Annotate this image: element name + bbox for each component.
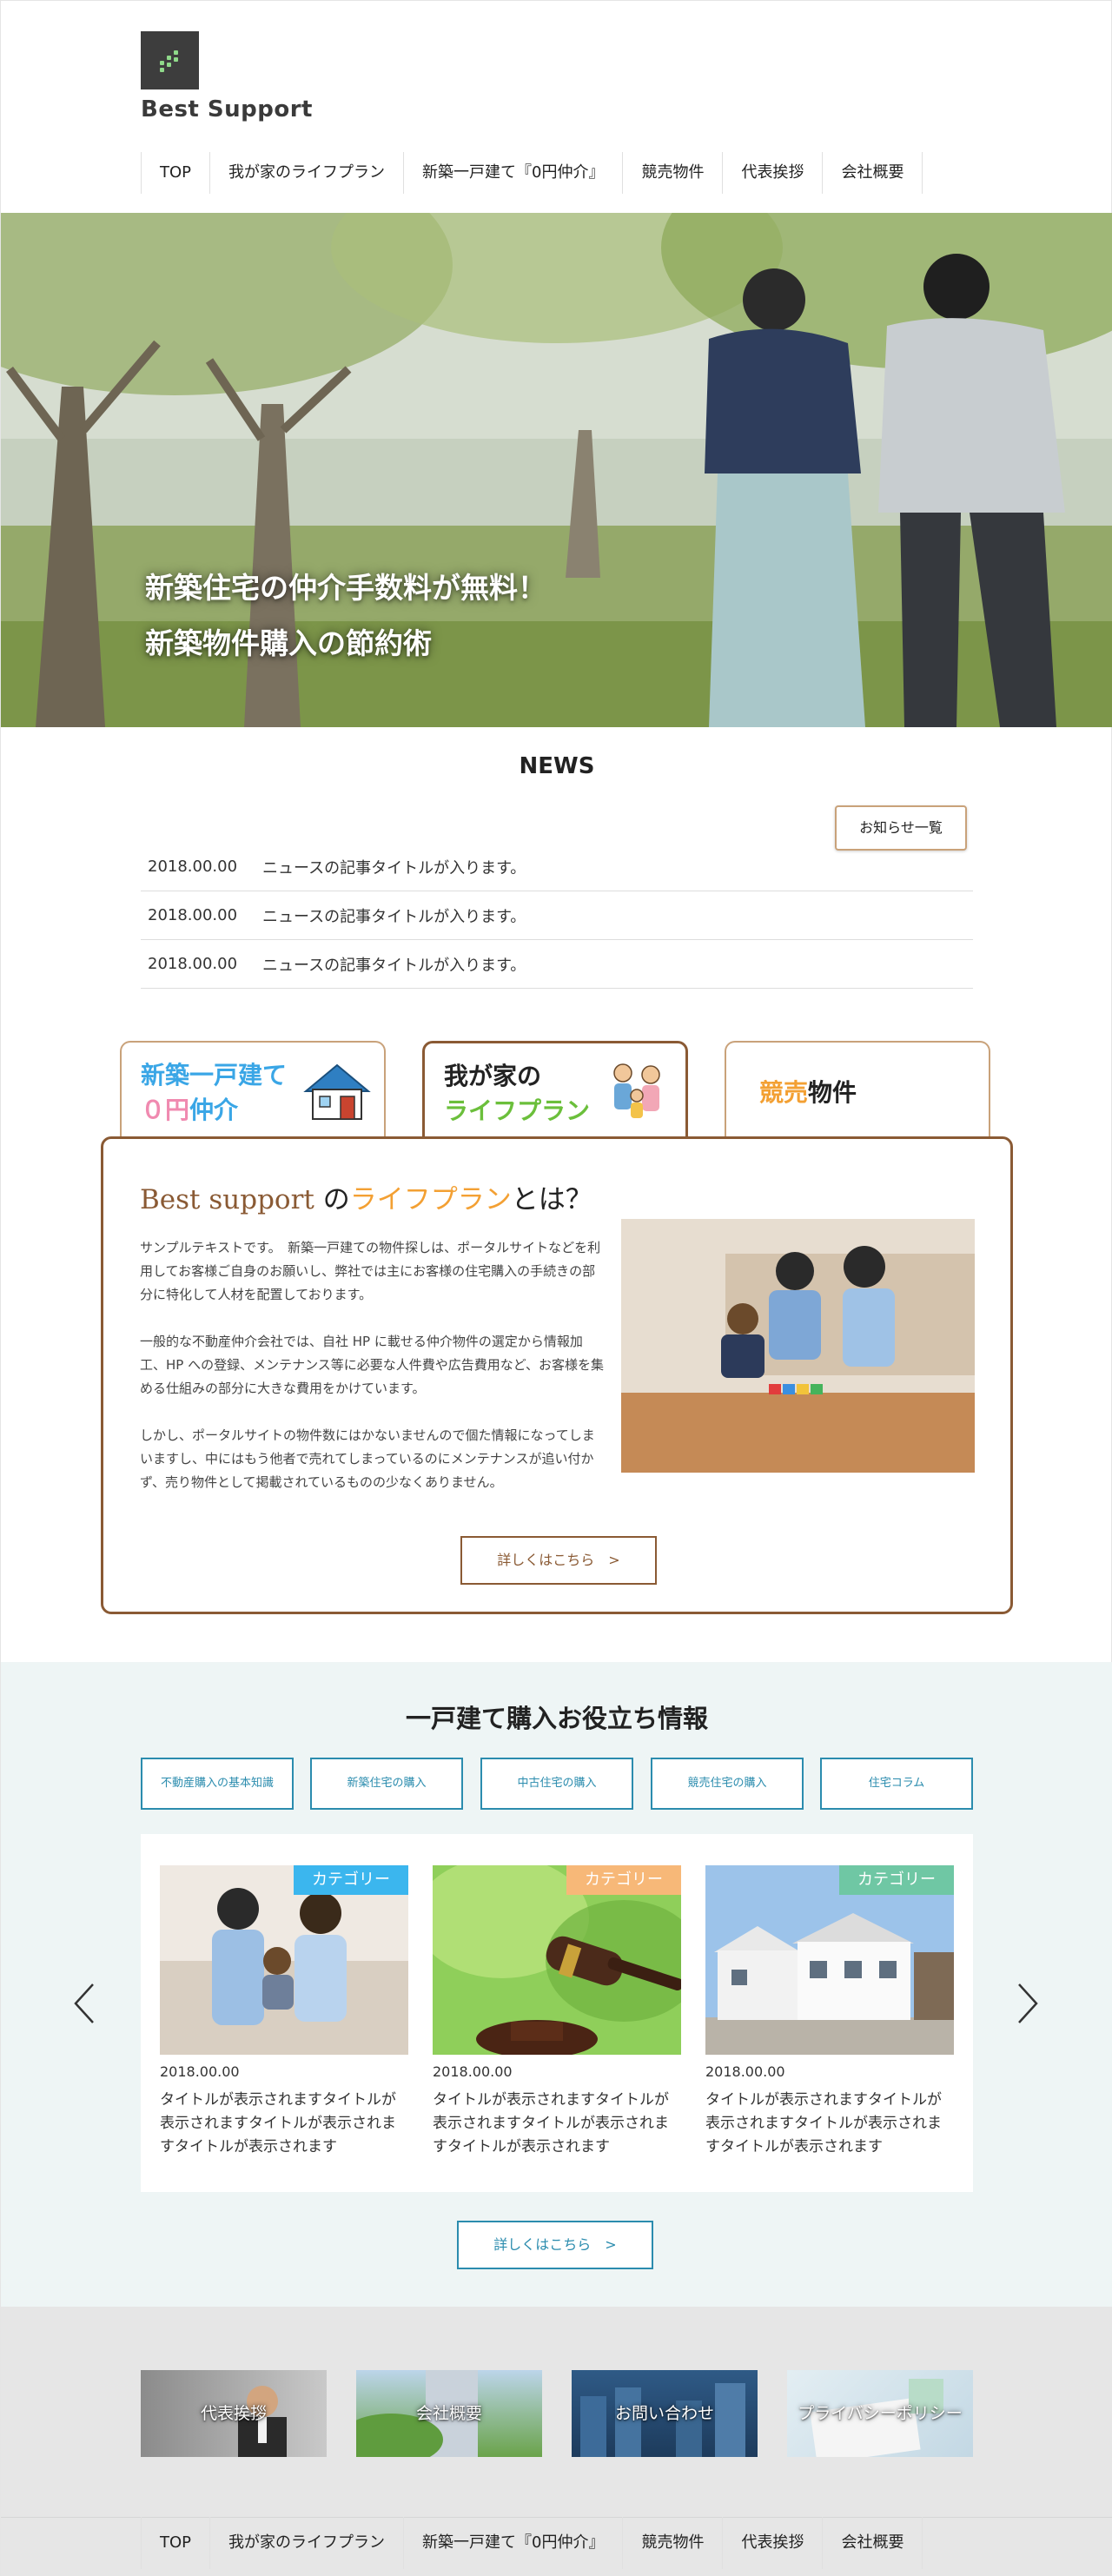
category-column-button[interactable]: 住宅コラム xyxy=(820,1758,973,1810)
hero-banner: 新築住宅の仲介手数料が無料！ 新築物件購入の節約術 xyxy=(1,213,1112,727)
news-date: 2018.00.00 xyxy=(148,858,238,876)
article-date: 2018.00.00 xyxy=(705,2063,785,2080)
category-new-home-button[interactable]: 新築住宅の購入 xyxy=(310,1758,463,1810)
tab-lifeplan[interactable]: 我が家の ライフプラン xyxy=(422,1041,688,1142)
article-badge: カテゴリー xyxy=(839,1865,954,1895)
news-title: ニュースの記事タイトルが入ります。 xyxy=(262,956,526,975)
carousel-prev-icon[interactable] xyxy=(67,1977,102,2030)
nav-greeting[interactable]: 代表挨拶 xyxy=(723,152,824,194)
article-badge: カテゴリー xyxy=(566,1865,681,1895)
info-heading: 一戸建て購入お役立ち情報 xyxy=(405,1704,708,1733)
footer-banner-greeting[interactable]: 代表挨拶 xyxy=(141,2370,327,2457)
news-title: ニュースの記事タイトルが入ります。 xyxy=(262,907,526,926)
panel-paragraph: しかし、ポータルサイトの物件数にはかないませんので個た情報になってしまいますし、… xyxy=(140,1427,595,1490)
article-title: タイトルが表示されますタイトルが表示されますタイトルが表示されますタイトルが表示… xyxy=(160,2091,396,2155)
news-date: 2018.00.00 xyxy=(148,906,238,924)
nav-top[interactable]: TOP xyxy=(141,152,211,194)
panel-title-what: とは？ xyxy=(511,1184,592,1215)
footer-banner-label: お問い合わせ xyxy=(614,2404,714,2423)
article-carousel: カテゴリー 2018.00.00 タイトルが表示されますタイトルが表示されますタ… xyxy=(141,1834,973,2192)
lifeplan-panel: Best support のライフプランとは？ サンプルテキストです。 新築一戸… xyxy=(101,1136,1013,1614)
tab-3-part-1: 競売 xyxy=(759,1078,809,1107)
nav-company[interactable]: 会社概要 xyxy=(823,152,923,194)
news-item[interactable]: 2018.00.00 ニュースの記事タイトルが入ります。 xyxy=(141,891,973,940)
footer-nav-greeting[interactable]: 代表挨拶 xyxy=(723,2517,824,2569)
panel-title-no: の xyxy=(314,1184,350,1215)
panel-title-brand: Best support xyxy=(140,1184,314,1215)
footer-banner-label: 会社概要 xyxy=(415,2404,482,2423)
logo-icon[interactable] xyxy=(141,31,199,89)
panel-more-button[interactable]: 詳しくはこちら > xyxy=(460,1536,657,1585)
news-item[interactable]: 2018.00.00 ニュースの記事タイトルが入ります。 xyxy=(141,940,973,989)
category-auction-home-button[interactable]: 競売住宅の購入 xyxy=(651,1758,804,1810)
news-title: ニュースの記事タイトルが入ります。 xyxy=(262,858,526,877)
tab-zero-brokerage[interactable]: 新築一戸建て ０円仲介 xyxy=(120,1041,386,1138)
tab-1-zero: ０円 xyxy=(141,1096,190,1124)
footer-banner-label: プライバシーポリシー xyxy=(798,2404,963,2423)
footer-nav-company[interactable]: 会社概要 xyxy=(823,2517,923,2569)
news-date: 2018.00.00 xyxy=(148,955,238,973)
tab-2-line-2: ライフプラン xyxy=(444,1096,591,1125)
tab-1-brokerage: 仲介 xyxy=(189,1096,239,1124)
article-card[interactable]: カテゴリー 2018.00.00 タイトルが表示されますタイトルが表示されますタ… xyxy=(433,1865,681,2159)
panel-title-lifeplan: ライフプラン xyxy=(349,1184,512,1215)
article-image: カテゴリー xyxy=(705,1865,954,2055)
family-photo xyxy=(621,1219,975,1473)
footer-nav-top[interactable]: TOP xyxy=(141,2517,211,2569)
tab-1-line-1: 新築一戸建て xyxy=(141,1061,288,1089)
nav-zero-brokerage[interactable]: 新築一戸建て『0円仲介』 xyxy=(404,152,624,194)
info-more-button[interactable]: 詳しくはこちら > xyxy=(457,2221,653,2269)
family-icon xyxy=(613,1063,660,1118)
article-card[interactable]: カテゴリー 2018.00.00 タイトルが表示されますタイトルが表示されますタ… xyxy=(160,1865,408,2159)
panel-paragraph: サンプルテキストです。 新築一戸建ての物件探しは、ポータルサイトなどを利用してお… xyxy=(140,1240,601,1302)
footer-banner-privacy[interactable]: プライバシーポリシー xyxy=(787,2370,973,2457)
article-card[interactable]: カテゴリー 2018.00.00 タイトルが表示されますタイトルが表示されますタ… xyxy=(705,1865,954,2159)
tab-2-line-1: 我が家の xyxy=(444,1062,542,1090)
article-title: タイトルが表示されますタイトルが表示されますタイトルが表示されますタイトルが表示… xyxy=(433,2091,669,2155)
tab-2-label: 我が家の ライフプラン xyxy=(444,1059,590,1129)
footer-nav-zero-brokerage[interactable]: 新築一戸建て『0円仲介』 xyxy=(404,2517,624,2569)
logo-text[interactable]: Best Support xyxy=(141,96,313,123)
tab-3-label: 競売物件 xyxy=(759,1076,857,1110)
article-badge: カテゴリー xyxy=(294,1865,408,1895)
panel-paragraph: 一般的な不動産仲介会社では、自社 HP に載せる仲介物件の選定から情報加工、HP… xyxy=(140,1334,605,1396)
nav-lifeplan[interactable]: 我が家のライフプラン xyxy=(210,152,405,194)
house-icon xyxy=(303,1063,371,1120)
news-list: 2018.00.00 ニュースの記事タイトルが入ります。 2018.00.00 … xyxy=(141,843,973,989)
footer-banner-company[interactable]: 会社概要 xyxy=(356,2370,542,2457)
category-used-home-button[interactable]: 中古住宅の購入 xyxy=(480,1758,633,1810)
article-title: タイトルが表示されますタイトルが表示されますタイトルが表示されますタイトルが表示… xyxy=(705,2091,942,2155)
footer-nav: TOP 我が家のライフプラン 新築一戸建て『0円仲介』 競売物件 代表挨拶 会社… xyxy=(141,2517,923,2576)
hero-line-1: 新築住宅の仲介手数料が無料！ xyxy=(145,571,546,605)
tab-3-part-2: 物件 xyxy=(808,1078,857,1107)
tab-auction[interactable]: 競売物件 xyxy=(725,1041,990,1138)
article-image: カテゴリー xyxy=(160,1865,408,2055)
news-heading: NEWS xyxy=(519,753,595,779)
category-basic-button[interactable]: 不動産購入の基本知識 xyxy=(141,1758,294,1810)
article-date: 2018.00.00 xyxy=(160,2063,240,2080)
panel-title: Best support のライフプランとは？ xyxy=(140,1177,592,1216)
nav-auction[interactable]: 競売物件 xyxy=(623,152,724,194)
footer-nav-lifeplan[interactable]: 我が家のライフプラン xyxy=(210,2517,405,2569)
hero-line-2: 新築物件購入の節約術 xyxy=(145,626,432,660)
article-date: 2018.00.00 xyxy=(433,2063,513,2080)
tab-1-label: 新築一戸建て ０円仲介 xyxy=(141,1058,287,1128)
site-header: Best Support TOP 我が家のライフプラン 新築一戸建て『0円仲介』… xyxy=(1,0,1111,213)
article-image: カテゴリー xyxy=(433,1865,681,2055)
footer-banner-label: 代表挨拶 xyxy=(200,2404,267,2423)
footer-nav-auction[interactable]: 競売物件 xyxy=(623,2517,724,2569)
footer-banner-contact[interactable]: お問い合わせ xyxy=(572,2370,758,2457)
info-section: 一戸建て購入お役立ち情報 不動産購入の基本知識 新築住宅の購入 中古住宅の購入 … xyxy=(1,1662,1112,2307)
panel-body: サンプルテキストです。 新築一戸建ての物件探しは、ポータルサイトなどを利用してお… xyxy=(140,1236,606,1518)
news-item[interactable]: 2018.00.00 ニュースの記事タイトルが入ります。 xyxy=(141,843,973,891)
global-nav: TOP 我が家のライフプラン 新築一戸建て『0円仲介』 競売物件 代表挨拶 会社… xyxy=(141,152,923,194)
hero-copy: 新築住宅の仲介手数料が無料！ 新築物件購入の節約術 xyxy=(145,560,546,672)
carousel-next-icon[interactable] xyxy=(1010,1977,1045,2030)
